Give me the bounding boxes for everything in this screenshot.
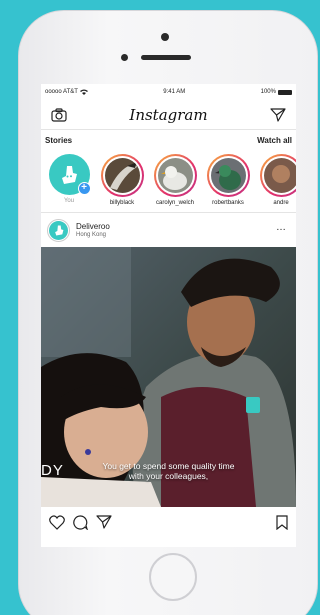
post-username[interactable]: Deliveroo [76,222,110,231]
story-avatar [157,158,193,193]
story-label: robertbanks [212,200,244,206]
story-andre[interactable]: andre [258,154,296,212]
post-location[interactable]: Hong Kong [76,232,110,238]
camera-icon[interactable] [49,105,69,125]
story-label: billyblack [109,200,135,206]
battery-icon [277,89,292,95]
clock: 9:41 AM [163,89,186,95]
home-button[interactable] [149,553,197,601]
heart-icon[interactable] [49,514,65,530]
watch-all-link[interactable]: Watch all [257,136,292,150]
carrier-label: ooooo AT&T [45,89,78,95]
video-caption: You get to spend some quality time with … [41,461,296,481]
story-label: carolyn_welch [155,200,195,206]
caption-line-2: with your colleagues, [128,471,209,481]
earpiece-speaker [141,55,191,60]
proximity-sensor [121,54,128,61]
post-avatar[interactable] [47,218,70,242]
stories-header: Stories Watch all [41,136,296,150]
add-story-icon[interactable]: + [77,182,91,195]
status-bar: ooooo AT&T 9:41 AM 100% [41,84,296,100]
front-camera [161,33,169,41]
stories-tray[interactable]: + You billyblack carolyn_welch robertban… [41,150,296,213]
more-options-icon[interactable]: … [276,222,286,233]
story-label: andre [273,200,289,206]
story-robertbanks[interactable]: robertbanks [205,154,251,212]
post-actions [41,507,296,537]
battery-percent: 100% [260,89,276,95]
app-screen: ooooo AT&T 9:41 AM 100% Instagram Storie… [41,84,296,547]
share-icon[interactable] [96,515,112,529]
app-logo: Instagram [129,105,208,124]
story-avatar [210,158,246,193]
direct-send-icon[interactable] [268,105,288,125]
story-avatar [263,158,296,193]
wifi-icon [79,89,88,95]
post-header: Deliveroo Hong Kong … [41,213,296,247]
comment-icon[interactable] [73,514,88,530]
story-label: You [63,198,75,204]
caption-line-1: You get to spend some quality time [102,461,235,471]
stories-title: Stories [45,136,73,145]
story-carolyn-welch[interactable]: carolyn_welch [152,154,198,212]
app-header: Instagram [41,100,296,130]
story-own[interactable]: + You [46,154,92,212]
bookmark-icon[interactable] [276,515,288,530]
story-avatar [104,158,140,193]
deliveroo-logo-avatar: + [48,154,91,195]
story-billyblack[interactable]: billyblack [99,154,145,212]
post-video[interactable]: DY You get to spend some quality time wi… [41,247,296,507]
